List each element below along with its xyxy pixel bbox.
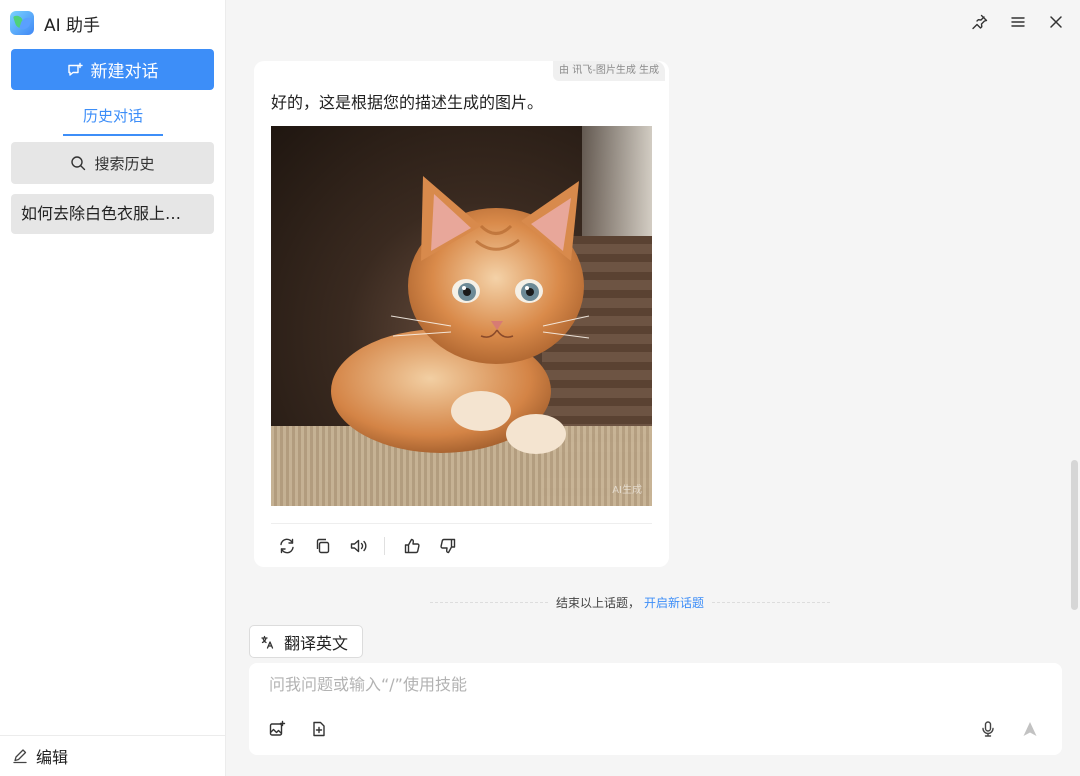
action-separator <box>384 537 385 555</box>
upload-file-icon[interactable] <box>309 719 329 739</box>
chat-input[interactable] <box>269 671 1039 701</box>
divider-line-left <box>430 601 548 603</box>
upload-image-icon[interactable] <box>267 719 287 739</box>
edit-label: 编辑 <box>36 748 69 767</box>
input-tools-left <box>267 719 329 739</box>
speaker-icon[interactable] <box>348 535 370 557</box>
chat-input-box <box>249 663 1062 755</box>
search-icon <box>70 155 86 171</box>
message-text: 好的，这是根据您的描述生成的图片。 <box>271 93 544 112</box>
search-history-label: 搜索历史 <box>94 154 155 173</box>
card-divider <box>271 523 652 524</box>
search-history-button[interactable]: 搜索历史 <box>11 142 214 184</box>
edit-button[interactable]: 编辑 <box>0 735 226 776</box>
translate-icon <box>260 635 274 649</box>
thumbs-down-icon[interactable] <box>437 535 459 557</box>
kitten-illustration <box>331 176 590 454</box>
generated-image[interactable]: AI生成 <box>271 126 652 506</box>
new-chat-label: 新建对话 <box>90 62 159 82</box>
divider-line-right <box>712 601 830 603</box>
app-title: AI 助手 <box>44 15 101 36</box>
thumbs-up-icon[interactable] <box>401 535 423 557</box>
list-item[interactable]: 如何去除白色衣服上… <box>11 194 214 234</box>
regenerate-icon[interactable] <box>276 535 298 557</box>
menu-icon[interactable] <box>1008 12 1028 32</box>
sidebar: AI 助手 新建对话 历史对话 搜索历史 如何去除白色衣服上… 编辑 <box>0 0 226 776</box>
topic-end-divider: 结束以上话题， 开启新话题 <box>430 594 830 610</box>
microphone-icon[interactable] <box>978 719 998 739</box>
scrollbar-thumb[interactable] <box>1071 460 1078 610</box>
image-watermark: AI生成 <box>612 485 642 496</box>
app-logo-icon <box>10 11 34 35</box>
skill-translate-english-button[interactable]: 翻译英文 <box>249 625 363 658</box>
assistant-message-card: 由 讯飞-图片生成 生成 好的，这是根据您的描述生成的图片。 AI生成 <box>254 61 669 567</box>
source-tag: 由 讯飞-图片生成 生成 <box>553 61 665 81</box>
window-controls <box>970 12 1066 32</box>
new-chat-button[interactable]: 新建对话 <box>11 49 214 90</box>
close-icon[interactable] <box>1046 12 1066 32</box>
brand: AI 助手 <box>10 10 100 36</box>
copy-icon[interactable] <box>312 535 334 557</box>
message-actions <box>276 535 473 557</box>
topic-end-text: 结束以上话题， <box>555 595 640 610</box>
pin-icon[interactable] <box>970 12 990 32</box>
input-tools-right <box>978 719 1040 739</box>
skill-label: 翻译英文 <box>284 633 349 653</box>
edit-icon <box>12 748 28 764</box>
new-chat-icon <box>67 62 83 78</box>
send-icon[interactable] <box>1020 719 1040 739</box>
start-new-topic-link[interactable]: 开启新话题 <box>644 594 712 611</box>
tab-history[interactable]: 历史对话 <box>63 104 163 136</box>
